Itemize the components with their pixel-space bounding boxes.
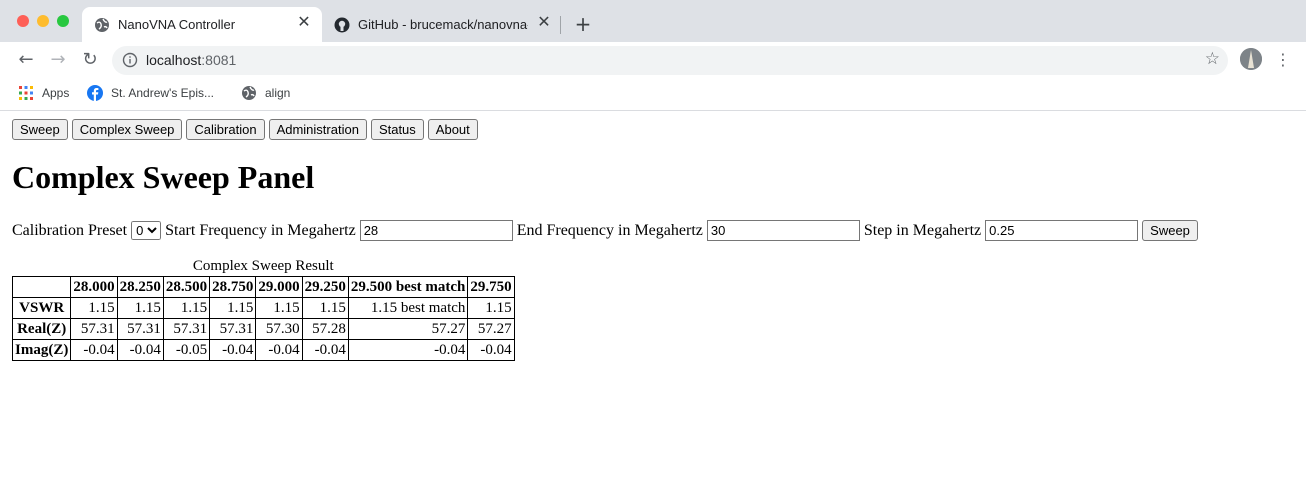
page-content: Sweep Complex Sweep Calibration Administrat… xyxy=(0,111,1306,502)
table-cell: -0.04 xyxy=(70,339,118,361)
tab-title: NanoVNA Controller xyxy=(118,17,236,32)
sweep-menu-button[interactable]: Sweep xyxy=(12,119,68,140)
bookmark-star-icon[interactable]: ☆ xyxy=(1205,49,1220,69)
tab-nanovna-controller[interactable]: NanoVNA Controller ✕ xyxy=(82,7,322,42)
new-tab-button[interactable]: + xyxy=(572,13,594,35)
url-text: localhost:8081 xyxy=(146,52,236,68)
globe-icon xyxy=(241,85,257,101)
frequency-header: 28.000 xyxy=(70,276,118,298)
status-menu-button[interactable]: Status xyxy=(370,119,424,140)
complex-sweep-menu-button[interactable]: Complex Sweep xyxy=(71,119,183,140)
window-maximize-button[interactable] xyxy=(57,15,69,27)
table-cell: -0.04 xyxy=(116,339,164,361)
step-input[interactable] xyxy=(985,220,1139,241)
table-cell: 1.15 best match xyxy=(347,297,469,319)
corner-cell xyxy=(11,276,72,298)
facebook-icon xyxy=(87,85,103,101)
frequency-header: 29.000 xyxy=(255,276,303,298)
end-frequency-label: End Frequency in Megahertz xyxy=(516,221,703,239)
window-minimize-button[interactable] xyxy=(37,15,49,27)
table-cell: 1.15 xyxy=(467,297,515,319)
calibration-preset-label: Calibration Preset xyxy=(12,221,128,239)
profile-avatar[interactable] xyxy=(1240,48,1262,70)
table-cell: 57.31 xyxy=(209,318,257,340)
table-cell: -0.04 xyxy=(209,339,257,361)
table-cell: 1.15 xyxy=(70,297,118,319)
table-row: Real(Z) 57.31 57.31 57.31 57.31 57.30 57… xyxy=(11,318,515,340)
more-menu-icon[interactable]: ⋮ xyxy=(1274,48,1292,72)
step-label: Step in Megahertz xyxy=(863,221,982,239)
calibration-menu-button[interactable]: Calibration xyxy=(186,119,265,140)
table-cell: 1.15 xyxy=(255,297,303,319)
table-row: VSWR 1.15 1.15 1.15 1.15 1.15 1.15 1.15 … xyxy=(11,297,515,319)
table-cell: 57.27 xyxy=(467,318,515,340)
sweep-form: Calibration Preset 0 Start Frequency in … xyxy=(12,220,1198,241)
tab-separator xyxy=(560,16,561,34)
browser-toolbar: ← → ↻ localhost:8081 ☆ ⋮ xyxy=(0,42,1306,78)
about-menu-button[interactable]: About xyxy=(427,119,478,140)
close-icon[interactable]: ✕ xyxy=(296,15,312,31)
back-arrow-icon[interactable]: ← xyxy=(14,48,38,72)
url-host: localhost xyxy=(146,52,202,68)
sweep-button[interactable]: Sweep xyxy=(1142,220,1198,241)
github-icon xyxy=(334,17,350,33)
tab-github[interactable]: GitHub - brucemack/nanovna- ✕ xyxy=(322,7,562,42)
reload-icon[interactable]: ↻ xyxy=(78,48,102,72)
table-cell: -0.04 xyxy=(255,339,303,361)
start-frequency-input[interactable] xyxy=(359,220,513,241)
frequency-header: 29.750 xyxy=(467,276,515,298)
table-caption: Complex Sweep Result xyxy=(192,258,334,274)
table-cell: 1.15 xyxy=(116,297,164,319)
globe-icon xyxy=(94,17,110,33)
table-cell: 1.15 xyxy=(301,297,349,319)
forward-arrow-icon[interactable]: → xyxy=(46,48,70,72)
calibration-preset-select[interactable]: 0 xyxy=(131,221,162,240)
table-cell: 57.30 xyxy=(255,318,303,340)
frequency-header: 28.250 xyxy=(116,276,164,298)
bookmarks-bar: Apps St. Andrew's Epis... align xyxy=(0,78,1306,110)
frequency-header: 29.250 xyxy=(301,276,349,298)
bookmark-label: align xyxy=(265,86,291,100)
tab-strip: NanoVNA Controller ✕ GitHub - brucemack/… xyxy=(0,0,1306,42)
table-cell: 57.31 xyxy=(162,318,211,340)
table-cell: -0.05 xyxy=(162,339,211,361)
frequency-header: 28.500 xyxy=(162,276,211,298)
administration-menu-button[interactable]: Administration xyxy=(268,119,367,140)
url-port: :8081 xyxy=(201,52,237,68)
table-cell: 1.15 xyxy=(209,297,257,319)
address-bar[interactable]: localhost:8081 ☆ xyxy=(112,46,1228,75)
table-cell: 57.31 xyxy=(116,318,164,340)
bookmark-label: St. Andrew's Epis... xyxy=(111,86,215,100)
table-cell: 1.15 xyxy=(162,297,211,319)
table-cell: 57.28 xyxy=(301,318,349,340)
browser-chrome: NanoVNA Controller ✕ GitHub - brucemack/… xyxy=(0,0,1306,111)
bookmark-label: Apps xyxy=(42,86,70,100)
table-row: Imag(Z) -0.04 -0.04 -0.05 -0.04 -0.04 -0… xyxy=(11,339,515,361)
table-cell: -0.04 xyxy=(467,339,515,361)
sweep-result: Complex Sweep Result 28.000 28.250 28.50… xyxy=(11,258,515,361)
row-label: VSWR xyxy=(11,297,72,319)
nav-menu: Sweep Complex Sweep Calibration Administrat… xyxy=(12,119,482,140)
row-label: Real(Z) xyxy=(11,318,72,340)
table-cell: -0.04 xyxy=(347,339,469,361)
table-cell: 57.27 xyxy=(347,318,469,340)
frequency-header: 29.500 best match xyxy=(347,276,469,298)
close-icon[interactable]: ✕ xyxy=(536,15,552,31)
header-row: 28.000 28.250 28.500 28.750 29.000 29.25… xyxy=(11,276,515,298)
window-close-button[interactable] xyxy=(17,15,29,27)
table-cell: -0.04 xyxy=(301,339,349,361)
tab-title: GitHub - brucemack/nanovna- xyxy=(358,17,528,32)
apps-grid-icon xyxy=(18,85,34,101)
start-frequency-label: Start Frequency in Megahertz xyxy=(165,221,356,239)
table-cell: 57.31 xyxy=(70,318,118,340)
end-frequency-input[interactable] xyxy=(706,220,860,241)
result-table: Complex Sweep Result 28.000 28.250 28.50… xyxy=(11,258,515,361)
row-label: Imag(Z) xyxy=(11,339,72,361)
page-title: Complex Sweep Panel xyxy=(12,159,315,195)
info-icon[interactable] xyxy=(122,52,138,68)
frequency-header: 28.750 xyxy=(209,276,257,298)
